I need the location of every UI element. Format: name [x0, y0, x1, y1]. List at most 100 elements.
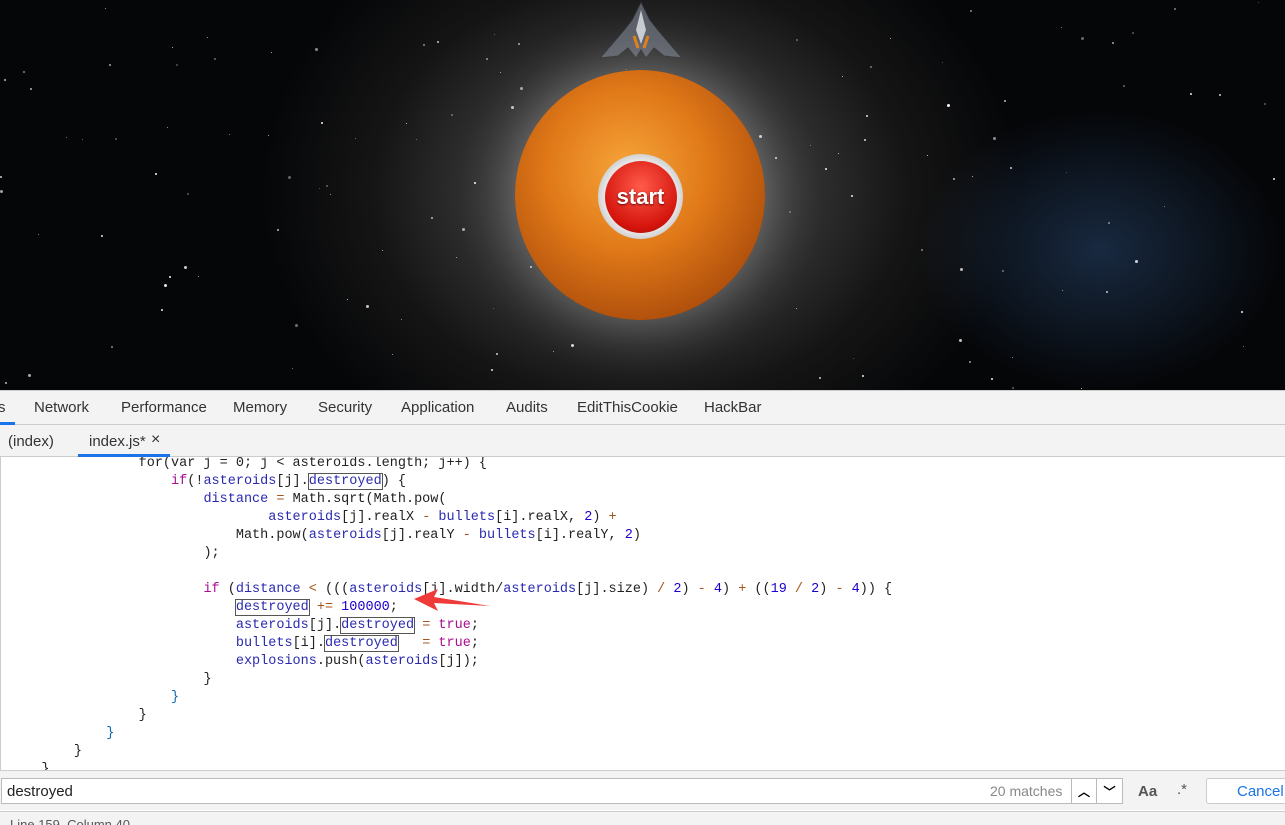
star [292, 368, 294, 370]
star [295, 323, 299, 327]
code-token: if [171, 474, 188, 489]
code-token: ); [203, 546, 220, 561]
code-token: - [697, 582, 706, 597]
search-bar: destroyed 20 matches ︿ ﹀ Aa .* Cancel [0, 770, 1285, 810]
star [354, 137, 356, 139]
star [818, 377, 821, 380]
code-token: += [308, 600, 342, 615]
search-input[interactable]: destroyed [1, 778, 1072, 804]
code-line: ); [9, 545, 220, 563]
code-line: bullets[i].destroyed = true; [9, 635, 479, 653]
star [3, 79, 6, 82]
star [758, 134, 762, 138]
star [172, 46, 174, 48]
code-token: ; [470, 618, 479, 633]
star [169, 276, 172, 279]
star [207, 36, 209, 38]
star [838, 152, 840, 154]
star [229, 134, 231, 136]
devtools-tab[interactable]: Application [401, 399, 474, 416]
star [869, 65, 872, 68]
star [415, 139, 417, 141]
code-token: 100000 [341, 600, 390, 615]
code-line: } [9, 725, 114, 743]
code-token: [j].realY [381, 528, 463, 543]
game-canvas[interactable]: start [0, 0, 1285, 390]
code-token: if [203, 582, 220, 597]
star [392, 353, 394, 355]
devtools-tab[interactable]: Memory [233, 399, 287, 416]
code-token: } [203, 672, 212, 687]
code-token: [j]); [438, 654, 479, 669]
code-line: } [9, 671, 212, 689]
code-line: asteroids[j].destroyed = true; [9, 617, 479, 635]
code-token: < [300, 582, 325, 597]
code-token: } [73, 744, 82, 759]
file-tab-index-js[interactable]: index.js* [89, 433, 146, 450]
code-line: if(!asteroids[j].destroyed) { [9, 473, 406, 491]
star [65, 137, 67, 139]
code-line: } [9, 707, 147, 725]
code-token: [i]. [292, 636, 325, 651]
cancel-button[interactable]: Cancel [1206, 778, 1285, 804]
code-token: .push( [316, 654, 366, 669]
code-token: 2 [665, 582, 682, 597]
star [496, 353, 499, 356]
star [175, 64, 178, 67]
star [491, 368, 494, 371]
code-editor[interactable]: for(var j = 0; j < asteroids.length; j++… [0, 457, 1285, 770]
code-token: Math.pow( [235, 528, 309, 543]
star [774, 156, 777, 159]
star [405, 122, 407, 124]
star [436, 40, 439, 43]
star [82, 138, 84, 140]
code-token: ; [470, 636, 479, 651]
nebula [850, 0, 1285, 390]
star [318, 188, 320, 190]
start-button[interactable]: start [598, 154, 683, 239]
star [499, 71, 501, 73]
star [570, 344, 574, 348]
star [450, 114, 453, 117]
code-line: destroyed += 100000; [9, 599, 398, 617]
devtools-tab[interactable]: Security [318, 399, 372, 416]
match-case-button[interactable]: Aa [1138, 783, 1157, 800]
devtools-tab[interactable]: Network [34, 399, 89, 416]
code-token: [j]. [276, 474, 309, 489]
star [23, 71, 26, 74]
devtools-tab[interactable]: s [0, 399, 6, 416]
code-line: Math.pow(asteroids[j].realY - bullets[i]… [9, 527, 641, 545]
close-icon[interactable]: × [151, 431, 160, 449]
code-line: explosions.push(asteroids[j]); [9, 653, 479, 671]
code-token: [i].realY, [535, 528, 625, 543]
file-tab-index[interactable]: (index) [8, 433, 54, 450]
star [1065, 171, 1067, 173]
devtools-tab-bar: s Network Performance Memory Security Applica… [0, 390, 1285, 425]
code-token: distance [235, 582, 301, 597]
code-token: ) { [381, 474, 406, 489]
code-line: for(var j = 0; j < asteroids.length; j++… [9, 457, 487, 473]
cursor-position: Line 159, Column 40 [10, 817, 130, 825]
code-token: 2 [624, 528, 633, 543]
star [325, 184, 328, 187]
code-token: for(var j = 0; j < asteroids.length; j++… [138, 457, 487, 471]
code-token: 19 [770, 582, 787, 597]
chevron-up-icon[interactable]: ︿ [1071, 778, 1097, 804]
code-token: distance [203, 492, 269, 507]
star [810, 144, 812, 146]
star [518, 42, 521, 45]
code-token: = [414, 618, 439, 633]
chevron-down-icon[interactable]: ﹀ [1096, 778, 1123, 804]
devtools-tab[interactable]: Performance [121, 399, 207, 416]
star [850, 194, 853, 197]
code-token: explosions [235, 654, 317, 669]
devtools-tab[interactable]: Audits [506, 399, 548, 416]
code-token: asteroids [203, 474, 277, 489]
regex-button[interactable]: .* [1177, 781, 1187, 798]
code-token: ) [592, 510, 609, 525]
star [511, 105, 515, 109]
code-token: bullets [430, 510, 496, 525]
red-arrow-annotation [414, 589, 490, 611]
devtools-tab[interactable]: HackBar [704, 399, 762, 416]
devtools-tab[interactable]: EditThisCookie [577, 399, 678, 416]
